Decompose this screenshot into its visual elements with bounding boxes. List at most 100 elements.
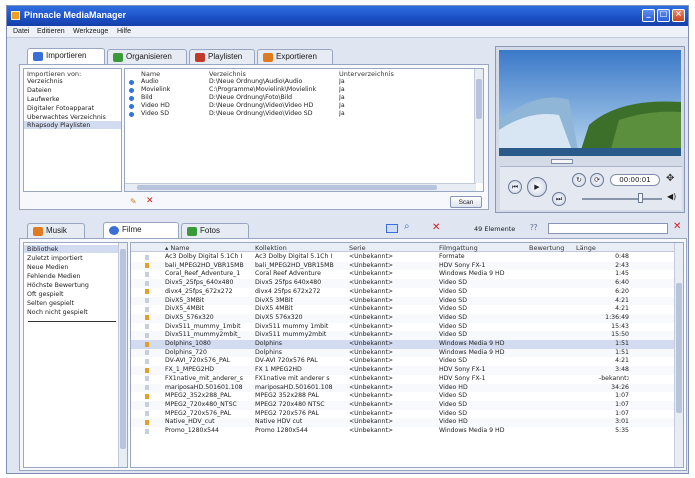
film-collection: DivX5 576x320 xyxy=(255,313,303,321)
column-header-laenge[interactable]: Länge xyxy=(576,244,596,252)
menu-hilfe[interactable]: Hilfe xyxy=(117,28,131,35)
film-length: 4:21 xyxy=(615,305,629,313)
play-button[interactable]: ▶ xyxy=(527,177,547,197)
scan-button[interactable]: Scan xyxy=(450,196,482,208)
tab-exportieren[interactable]: Exportieren xyxy=(257,49,333,64)
menu-datei[interactable]: Datei xyxy=(13,28,29,35)
tab-organisieren[interactable]: Organisieren xyxy=(107,49,187,64)
edit-pencil-icon[interactable]: ✎ xyxy=(130,197,137,206)
delete-icon[interactable]: ✕ xyxy=(146,196,154,206)
folder-name[interactable]: Movielink xyxy=(141,86,170,93)
film-genre: Video SD xyxy=(439,409,467,417)
film-genre: HDV Sony FX-1 xyxy=(439,366,486,374)
library-nav-item[interactable]: Neue Medien xyxy=(27,264,68,271)
clear-search-icon[interactable]: ✕ xyxy=(673,221,681,232)
import-source-item[interactable]: Rhapsody Playlisten xyxy=(27,122,90,129)
column-header-unterverzeichnis[interactable]: Unterverzeichnis xyxy=(339,70,394,78)
folder-path: D:\Neue Ordnung\Video\Video SD xyxy=(209,110,313,117)
library-nav-item[interactable]: Höchste Bewertung xyxy=(27,282,89,289)
column-header-serie[interactable]: Serie xyxy=(349,244,366,252)
film-collection: bali_MPEG2HD_VBR15MB xyxy=(255,261,334,269)
folder-status-icon xyxy=(129,80,134,85)
film-series: <Unbekannt> xyxy=(349,322,394,330)
folder-path: D:\Neue Ordnung\Audio\Audio xyxy=(209,78,303,85)
film-thumbnail-icon xyxy=(145,315,149,321)
column-header-name[interactable]: Name xyxy=(141,70,160,78)
tab-musik[interactable]: Musik xyxy=(27,223,85,238)
minimize-button[interactable]: _ xyxy=(642,9,655,22)
folder-name[interactable]: Video SD xyxy=(141,110,169,117)
sync-button[interactable]: ⟳ xyxy=(590,173,604,187)
fullscreen-icon[interactable]: ✥ xyxy=(666,173,674,184)
film-collection: Coral Reef Adventure xyxy=(255,270,321,278)
tab-filme[interactable]: Filme xyxy=(103,222,179,238)
tab-fotos[interactable]: Fotos xyxy=(181,223,249,238)
film-length: 1:45 xyxy=(615,270,629,278)
forward-button[interactable]: ⏭ xyxy=(552,192,566,206)
folder-name[interactable]: Bild xyxy=(141,94,153,101)
film-series: <Unbekannt> xyxy=(349,296,394,304)
import-source-item[interactable]: Dateien xyxy=(27,87,52,94)
film-genre: Video SD xyxy=(439,287,467,295)
search-input[interactable] xyxy=(548,223,668,234)
help-icon[interactable]: ⁇ xyxy=(530,223,537,232)
scroll-thumb[interactable] xyxy=(137,185,437,190)
library-nav-item[interactable]: Selten gespielt xyxy=(27,300,74,307)
menu-werkzeuge[interactable]: Werkzeuge xyxy=(73,28,108,35)
view-toggle-icon[interactable] xyxy=(386,224,398,233)
column-header-verzeichnis[interactable]: Verzeichnis xyxy=(209,70,246,78)
library-nav-item[interactable]: Fehlende Medien xyxy=(27,273,81,280)
film-thumbnail-icon xyxy=(145,298,149,303)
volume-icon[interactable]: ◀) xyxy=(667,192,676,201)
film-name: Promo_1280x544 xyxy=(165,427,219,434)
folder-name[interactable]: Video HD xyxy=(141,102,170,109)
library-nav-item[interactable]: Oft gespielt xyxy=(27,291,64,298)
film-collection: Native HDV cut xyxy=(255,418,303,426)
film-length: 2:43 xyxy=(615,261,629,269)
scroll-thumb[interactable] xyxy=(120,249,126,449)
column-header-bewertung[interactable]: Bewertung xyxy=(529,244,564,252)
volume-slider-handle[interactable] xyxy=(638,193,643,203)
column-header-filmgattung[interactable]: Filmgattung xyxy=(439,244,478,252)
library-nav-item[interactable]: Noch nicht gespielt xyxy=(27,309,88,316)
menu-editieren[interactable]: Editieren xyxy=(37,28,65,35)
import-table-hscrollbar[interactable] xyxy=(125,183,476,191)
seek-handle[interactable] xyxy=(551,159,573,164)
film-series: <Unbekannt> xyxy=(349,313,394,321)
scroll-thumb[interactable] xyxy=(676,283,682,413)
film-genre: HDV Sony FX-1 xyxy=(439,261,486,269)
import-table-vscrollbar[interactable] xyxy=(474,69,483,183)
import-panel: Importieren von: Verzeichnis Dateien Lau… xyxy=(19,64,489,210)
import-source-item[interactable]: Laufwerke xyxy=(27,96,59,103)
search-icon[interactable]: ⌕ xyxy=(404,221,410,232)
remove-icon[interactable]: ✕ xyxy=(432,222,440,233)
folder-subdir: Ja xyxy=(339,78,345,85)
loop-button[interactable]: ↻ xyxy=(572,173,586,187)
close-button[interactable]: × xyxy=(672,9,685,22)
library-nav-item[interactable]: Bibliothek xyxy=(27,246,58,253)
library-nav-scrollbar[interactable] xyxy=(118,243,127,467)
tab-importieren[interactable]: Importieren xyxy=(27,48,105,64)
folder-status-icon xyxy=(129,104,134,109)
import-folder-table: Name Verzeichnis Unterverzeichnis Audio … xyxy=(124,68,484,192)
library-nav-item[interactable]: Zuletzt importiert xyxy=(27,255,83,262)
film-collection: MPEG2 720x576 PAL xyxy=(255,409,319,417)
film-collection: mariposaHD.501601.108 xyxy=(255,383,333,391)
maximize-button[interactable]: □ xyxy=(657,9,670,22)
title-bar[interactable]: Pinnacle MediaManager _ □ × xyxy=(7,6,688,26)
volume-track[interactable] xyxy=(582,198,662,200)
film-length: 1:07 xyxy=(615,400,629,408)
scroll-thumb[interactable] xyxy=(476,79,482,119)
tab-playlisten[interactable]: Playlisten xyxy=(189,49,255,64)
film-table-scrollbar[interactable] xyxy=(674,243,683,467)
column-header-name[interactable]: ▴ Name xyxy=(165,244,190,252)
column-header-kollektion[interactable]: Kollektion xyxy=(255,244,287,252)
import-source-item[interactable]: Überwachtes Verzeichnis xyxy=(27,114,119,121)
rewind-button[interactable]: ⏮ xyxy=(508,180,522,194)
film-collection: Divx5 25fps 640x480 xyxy=(255,279,322,287)
import-source-item[interactable]: Verzeichnis xyxy=(27,78,63,85)
film-collection: MPEG2 720x480 NTSC xyxy=(255,400,325,408)
import-icon xyxy=(33,52,43,61)
folder-name[interactable]: Audio xyxy=(141,78,159,85)
import-source-item[interactable]: Digitaler Fotoapparat xyxy=(27,105,94,112)
